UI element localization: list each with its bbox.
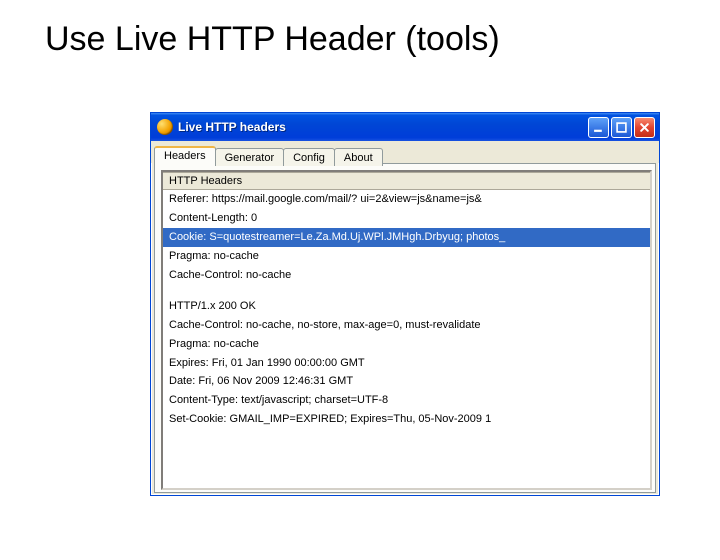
header-line-selected[interactable]: Cookie: S=quotestreamer=Le.Za.Md.Uj.WPl.… [163, 228, 650, 247]
minimize-button[interactable] [588, 117, 609, 138]
app-icon [157, 119, 173, 135]
maximize-button[interactable] [611, 117, 632, 138]
header-line[interactable]: Set-Cookie: GMAIL_IMP=EXPIRED; Expires=T… [163, 410, 650, 429]
tab-headers[interactable]: Headers [154, 146, 216, 165]
header-line[interactable]: Date: Fri, 06 Nov 2009 12:46:31 GMT [163, 372, 650, 391]
header-line[interactable]: Pragma: no-cache [163, 247, 650, 266]
header-line[interactable]: Cache-Control: no-cache, no-store, max-a… [163, 316, 650, 335]
tab-about[interactable]: About [334, 148, 383, 166]
tab-generator[interactable]: Generator [215, 148, 285, 166]
close-icon [639, 122, 650, 133]
header-line[interactable]: Expires: Fri, 01 Jan 1990 00:00:00 GMT [163, 354, 650, 373]
header-line[interactable]: HTTP/1.x 200 OK [163, 297, 650, 316]
header-line[interactable]: Cache-Control: no-cache [163, 266, 650, 285]
slide-title: Use Live HTTP Header (tools) [45, 20, 720, 59]
section-header: HTTP Headers [163, 172, 650, 190]
header-line[interactable]: Referer: https://mail.google.com/mail/? … [163, 190, 650, 209]
minimize-icon [593, 122, 604, 133]
tab-config[interactable]: Config [283, 148, 335, 166]
window-buttons [588, 117, 655, 138]
titlebar[interactable]: Live HTTP headers [151, 113, 659, 141]
tab-bar: Headers Generator Config About [151, 141, 659, 163]
app-window: Live HTTP headers Headers Generator Conf… [150, 112, 660, 496]
blank-line [163, 285, 650, 297]
header-line[interactable]: Content-Length: 0 [163, 209, 650, 228]
close-button[interactable] [634, 117, 655, 138]
tab-panel: HTTP Headers Referer: https://mail.googl… [154, 163, 656, 493]
headers-listbox[interactable]: HTTP Headers Referer: https://mail.googl… [161, 170, 652, 490]
header-line[interactable]: Pragma: no-cache [163, 335, 650, 354]
header-line[interactable]: Content-Type: text/javascript; charset=U… [163, 391, 650, 410]
maximize-icon [616, 122, 627, 133]
window-title: Live HTTP headers [178, 120, 588, 134]
